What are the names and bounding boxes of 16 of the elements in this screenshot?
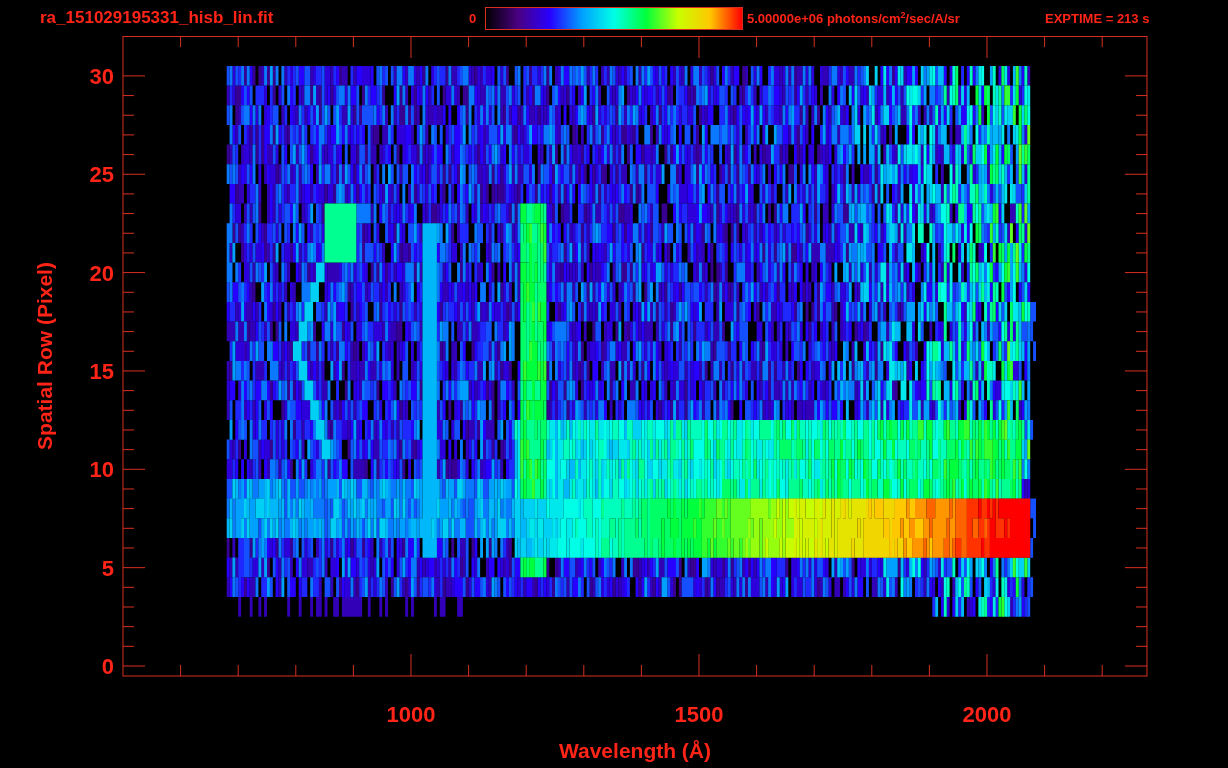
x-tick-label: 2000: [962, 702, 1012, 727]
y-tick-label: 10: [89, 457, 114, 483]
colorbar-min-label: 0: [469, 10, 478, 26]
y-tick-label: 5: [101, 555, 114, 581]
y-tick-label: 15: [89, 358, 114, 384]
x-axis-label: Wavelength (Å): [558, 739, 712, 762]
x-tick-label: 1500: [674, 702, 724, 727]
y-tick-label: 25: [89, 162, 114, 188]
y-tick-label: 20: [89, 260, 114, 286]
y-tick-label: 30: [89, 63, 114, 89]
colorbar-max-label: 5.00000e+06 photons/cm$^{2}$/sec/A/sr: [747, 9, 961, 27]
exposure-time: EXPTIME = 213 s: [1045, 10, 1150, 26]
x-tick-label: 1000: [386, 702, 436, 727]
y-axis-label: Spatial Row (Pixel): [33, 262, 56, 450]
y-tick-label: 0: [101, 654, 114, 679]
file-title: ra_151029195331_hisb_lin.fit: [40, 8, 275, 28]
